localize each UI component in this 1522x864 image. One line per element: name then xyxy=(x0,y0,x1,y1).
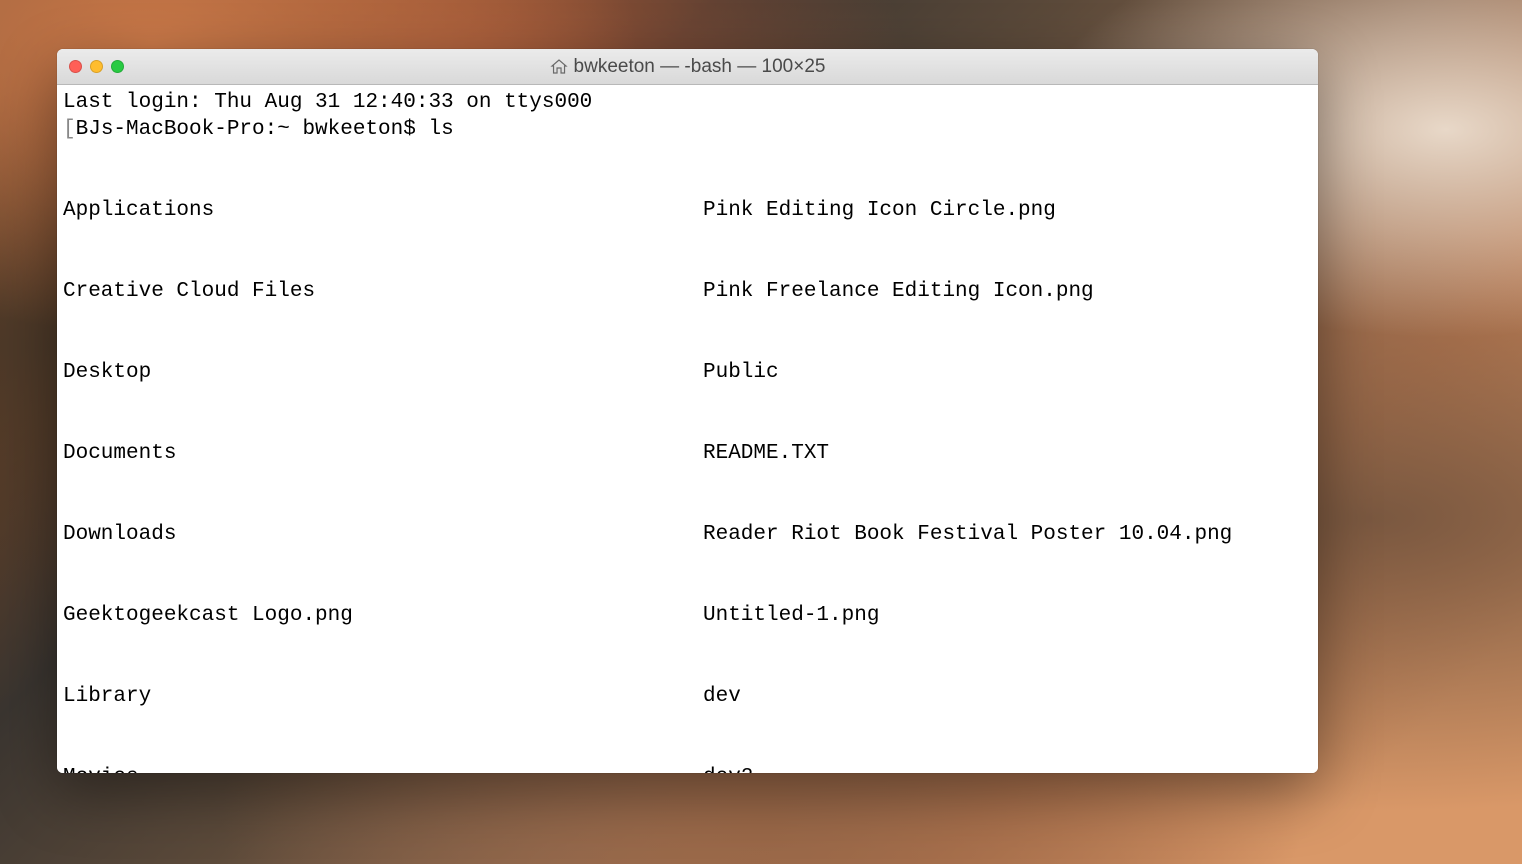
ls-item: Creative Cloud Files xyxy=(63,278,703,305)
ls-item: Pink Freelance Editing Icon.png xyxy=(703,278,1312,305)
ls-item: Applications xyxy=(63,197,703,224)
ls-item: Reader Riot Book Festival Poster 10.04.p… xyxy=(703,521,1312,548)
last-login-line: Last login: Thu Aug 31 12:40:33 on ttys0… xyxy=(63,89,1312,116)
ls-column-2: Pink Editing Icon Circle.png Pink Freela… xyxy=(703,143,1312,773)
ls-column-1: Applications Creative Cloud Files Deskto… xyxy=(63,143,703,773)
prompt-line-1: [BJs-MacBook-Pro:~ bwkeeton$ ls xyxy=(63,116,1312,143)
terminal-content[interactable]: Last login: Thu Aug 31 12:40:33 on ttys0… xyxy=(57,85,1318,773)
terminal-window: bwkeeton — -bash — 100×25 Last login: Th… xyxy=(57,49,1318,773)
ls-item: dev2 xyxy=(703,764,1312,773)
prompt-bracket: [ xyxy=(63,118,76,141)
ls-item: Desktop xyxy=(63,359,703,386)
ls-item: Untitled-1.png xyxy=(703,602,1312,629)
minimize-button[interactable] xyxy=(90,60,103,73)
ls-item: Pink Editing Icon Circle.png xyxy=(703,197,1312,224)
ls-item: Movies xyxy=(63,764,703,773)
window-title-text: bwkeeton — -bash — 100×25 xyxy=(574,56,826,78)
titlebar[interactable]: bwkeeton — -bash — 100×25 xyxy=(57,49,1318,85)
command-ls: ls xyxy=(428,118,453,141)
traffic-lights xyxy=(69,60,124,73)
close-button[interactable] xyxy=(69,60,82,73)
ls-item: Geektogeekcast Logo.png xyxy=(63,602,703,629)
prompt-1: BJs-MacBook-Pro:~ bwkeeton$ xyxy=(76,118,429,141)
ls-item: Downloads xyxy=(63,521,703,548)
home-icon xyxy=(550,58,568,76)
ls-item: Documents xyxy=(63,440,703,467)
ls-item: Library xyxy=(63,683,703,710)
maximize-button[interactable] xyxy=(111,60,124,73)
ls-item: README.TXT xyxy=(703,440,1312,467)
window-title: bwkeeton — -bash — 100×25 xyxy=(550,56,826,78)
ls-item: dev xyxy=(703,683,1312,710)
ls-item: Public xyxy=(703,359,1312,386)
ls-output: Applications Creative Cloud Files Deskto… xyxy=(63,143,1312,773)
